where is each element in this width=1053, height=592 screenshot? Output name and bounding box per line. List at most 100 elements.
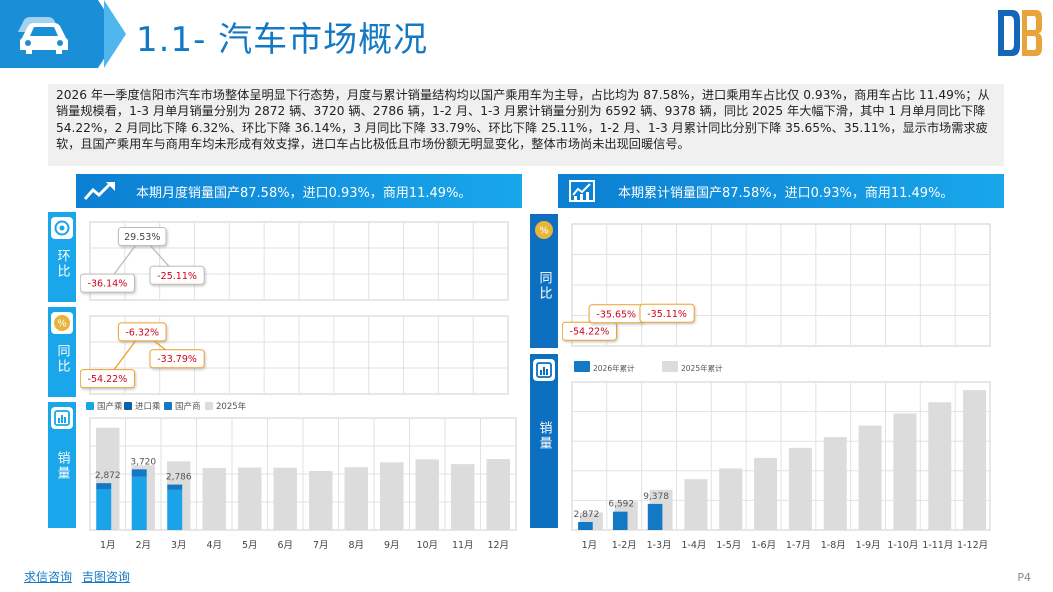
x-tick-label: 1月: [582, 540, 598, 551]
bar-2025: [893, 413, 917, 530]
cumulative-sales-bar-chart: 2,872 6,592 9,378 1月 1-2月 1-3月 1-4月 1-5月 1-6月 1-7…: [571, 361, 991, 551]
bar-2025: [684, 479, 708, 530]
data-label: -54.22%: [570, 327, 610, 338]
data-label: -35.11%: [647, 309, 687, 320]
x-tick-label: 1-7月: [786, 540, 811, 551]
bar-2026: [612, 511, 628, 530]
percent-icon: %: [533, 219, 555, 241]
legend-label: 2026年累计: [593, 363, 635, 373]
percent-icon: %: [51, 312, 73, 334]
target-icon: [51, 217, 73, 239]
bar-2025: [719, 468, 743, 530]
legend-swatch: [86, 402, 94, 410]
bar-2026: [578, 522, 593, 530]
tab-cum-yoy: % 同比: [530, 214, 558, 348]
bar-chart-icon: [558, 174, 606, 208]
x-tick-label: 10月: [416, 540, 438, 551]
data-label: 2,786: [166, 473, 192, 483]
bar-2025: [451, 464, 475, 530]
x-tick-label: 2月: [135, 540, 151, 551]
x-tick-label: 3月: [171, 540, 187, 551]
x-tick-label: 1-12月: [957, 540, 988, 551]
data-label: -35.65%: [596, 309, 636, 320]
tab-yoy: % 同比: [48, 307, 76, 397]
legend-label: 2025年累计: [681, 363, 723, 373]
bar-2025: [754, 457, 778, 530]
summary-text: 2026 年一季度信阳市汽车市场整体呈明显下行态势，月度与累计销量结构均以国产乘…: [48, 84, 1004, 166]
tab-cum-sales-label: 销量: [536, 421, 552, 451]
legend-swatch: [124, 402, 132, 410]
legend-swatch: [205, 402, 213, 410]
x-tick-label: 4月: [206, 540, 222, 551]
bar-2025: [788, 447, 812, 530]
footer-links: 求信咨询 吉图咨询: [24, 568, 136, 585]
data-label: 2,872: [574, 510, 600, 520]
bar-2025: [344, 467, 368, 530]
svg-text:%: %: [57, 319, 67, 330]
yoy-line-chart: -54.22% -6.32% -33.79%: [80, 315, 509, 395]
tab-mom-label: 环比: [54, 249, 70, 279]
left-panel-banner: 本期月度销量国产87.58%，进口0.93%，商用11.49%。: [76, 174, 522, 208]
tab-sales-label: 销量: [54, 451, 70, 481]
trend-up-icon: [76, 174, 124, 208]
data-label: 6,592: [608, 500, 634, 510]
left-banner-text: 本期月度销量国产87.58%，进口0.93%，商用11.49%。: [136, 185, 472, 201]
bar-segment-commercial: [96, 483, 112, 489]
cumulative-yoy-line-chart: -54.22% -35.65% -35.11%: [562, 223, 991, 347]
data-label: -54.22%: [88, 374, 128, 385]
data-label: -33.79%: [157, 354, 197, 365]
bar-2025: [486, 459, 510, 530]
x-tick-label: 1-6月: [751, 540, 776, 551]
bar-segment-commercial: [131, 469, 147, 477]
x-tick-label: 1-2月: [612, 540, 637, 551]
x-tick-label: 9月: [384, 540, 400, 551]
x-tick-label: 12月: [487, 540, 509, 551]
bar-chart-icon: [51, 407, 73, 429]
bar-2025: [202, 468, 226, 530]
bar-segment-domestic: [167, 490, 183, 530]
tab-cum-sales: 销量: [530, 354, 558, 528]
bar-2025: [928, 402, 952, 530]
legend-label: 国产乘: [97, 401, 123, 412]
legend-swatch: [662, 361, 678, 372]
legend-swatch: [574, 361, 590, 372]
data-label: 3,720: [130, 457, 156, 467]
data-label: -6.32%: [125, 327, 159, 338]
bar-2025: [415, 459, 439, 530]
legend-label: 国产商: [175, 401, 201, 412]
data-label: -36.14%: [88, 279, 128, 290]
x-tick-label: 1月: [100, 540, 116, 551]
bar-segment-import: [131, 476, 147, 477]
bar-2025: [823, 437, 847, 530]
bar-2025: [273, 467, 297, 530]
bar-2025: [380, 462, 404, 530]
x-tick-label: 1-10月: [887, 540, 918, 551]
x-tick-label: 6月: [277, 540, 293, 551]
x-tick-label: 1-9月: [856, 540, 881, 551]
bar-segment-domestic: [131, 476, 147, 530]
tab-mom: 环比: [48, 212, 76, 302]
header-chevron-light: [104, 0, 130, 68]
legend-swatch: [164, 402, 172, 410]
page-title: 1.1- 汽车市场概况: [136, 20, 429, 60]
tab-yoy-label: 同比: [54, 344, 70, 374]
data-label: 9,378: [643, 492, 669, 502]
right-banner-text: 本期累计销量国产87.58%，进口0.93%，商用11.49%。: [618, 185, 954, 201]
x-tick-label: 1-4月: [681, 540, 706, 551]
mom-line-chart: -36.14% 29.53% -25.11%: [80, 221, 509, 301]
data-label: 29.53%: [124, 232, 160, 243]
bar-2026: [647, 503, 663, 530]
x-tick-label: 7月: [313, 540, 329, 551]
bar-segment-commercial: [167, 484, 183, 490]
footer-link-1[interactable]: 求信咨询: [24, 570, 72, 584]
x-tick-label: 1-11月: [922, 540, 953, 551]
bar-2025: [309, 470, 333, 530]
x-tick-label: 1-5月: [716, 540, 741, 551]
bar-chart-icon: [533, 359, 555, 381]
bar-segment-domestic: [96, 488, 112, 530]
brand-logo: [998, 10, 1042, 56]
x-tick-label: 1-3月: [647, 540, 672, 551]
car-icon: [18, 17, 68, 54]
legend-label: 2025年: [216, 401, 247, 412]
footer-link-2[interactable]: 吉图咨询: [82, 570, 130, 584]
